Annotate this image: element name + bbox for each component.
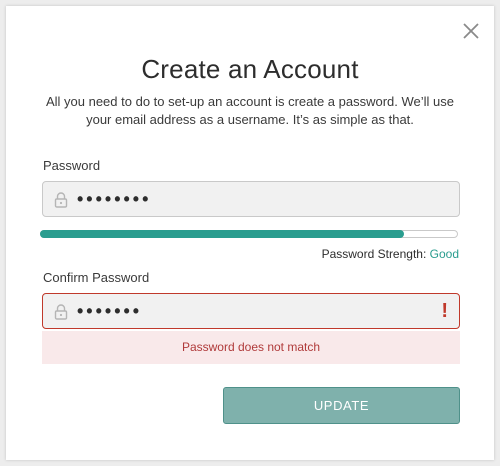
dialog-subtitle: All you need to do to set-up an account … [45, 94, 455, 127]
dialog-title: Create an Account [141, 54, 359, 84]
password-strength-level: Good [429, 247, 459, 261]
confirm-password-label: Confirm Password [43, 270, 150, 285]
lock-icon [54, 304, 68, 320]
password-strength-fill [40, 230, 404, 238]
password-field[interactable]: •••••••• [42, 181, 460, 217]
password-label: Password [43, 158, 101, 173]
confirm-password-value: ••••••• [77, 301, 143, 321]
update-button[interactable]: UPDATE [223, 387, 460, 424]
password-strength-text: Password Strength: Good [322, 247, 459, 261]
error-icon: ! [441, 300, 448, 322]
password-strength-bar [40, 230, 458, 238]
create-account-dialog: Create an Account All you need to do to … [6, 6, 494, 460]
close-icon[interactable] [462, 22, 480, 40]
lock-icon [54, 192, 68, 208]
password-value: •••••••• [77, 189, 152, 209]
password-mismatch-error: Password does not match [42, 331, 460, 364]
confirm-password-field[interactable]: ••••••• ! [42, 293, 460, 329]
password-strength-prefix: Password Strength: [321, 247, 427, 261]
